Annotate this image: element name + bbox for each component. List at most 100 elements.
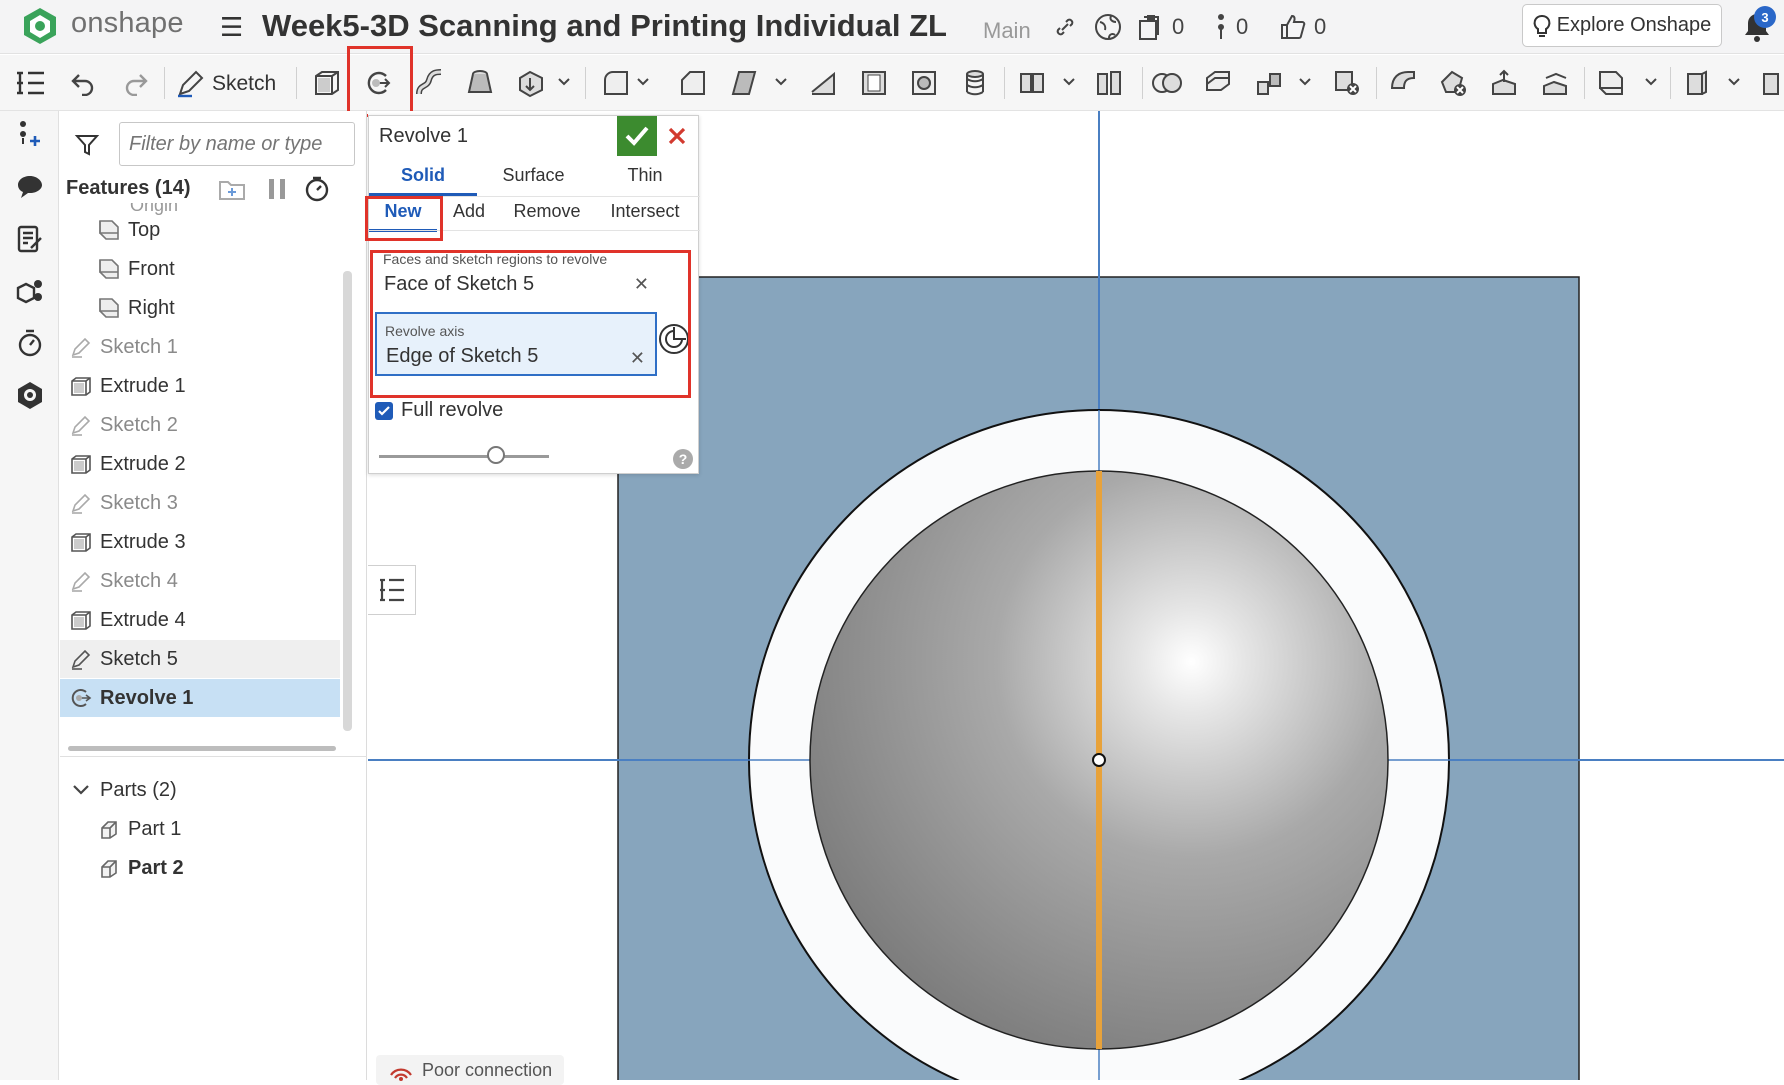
cancel-button[interactable] [661,120,693,152]
part-row-1[interactable]: Part 1 [60,810,340,848]
feature-row-extrude-1[interactable]: Extrude 1 [60,367,340,405]
list-icon [379,578,404,602]
preview-slider-handle[interactable] [487,446,505,464]
feature-list-hscrollbar[interactable] [68,746,336,751]
chamfer-button[interactable] [674,64,712,102]
add-folder-icon[interactable] [218,176,246,202]
feature-row-sketch-1[interactable]: Sketch 1 [60,328,340,366]
redo-button[interactable] [117,64,155,102]
feature-row-extrude-2[interactable]: Extrude 2 [60,445,340,483]
split-button[interactable] [1013,64,1051,102]
loft-button[interactable] [461,64,499,102]
shell-button[interactable] [855,64,893,102]
feature-list-scrollbar[interactable] [343,271,352,731]
feature-row-sketch-4[interactable]: Sketch 4 [60,562,340,600]
chevron-down-icon[interactable] [773,71,789,93]
versions-button[interactable]: 0 [1138,12,1184,42]
tab-remove[interactable]: Remove [501,192,593,232]
part-row-2[interactable]: Part 2 [60,849,340,887]
pattern-button[interactable] [1250,64,1288,102]
feature-label: Front [128,257,175,280]
comments-button[interactable] [12,169,48,205]
like-button[interactable]: 0 [1278,12,1326,42]
pause-icon[interactable] [266,177,288,201]
preview-slider-track[interactable] [379,455,549,458]
feature-label: Extrude 4 [100,608,186,631]
delete-part-button[interactable] [1328,64,1366,102]
feature-dialog-list-button[interactable] [368,565,416,615]
tab-solid[interactable]: Solid [369,156,477,196]
confirm-button[interactable] [617,116,657,156]
feature-row-sketch-3[interactable]: Sketch 3 [60,484,340,522]
feature-row-sketch-5[interactable]: Sketch 5 [60,640,340,678]
menu-icon[interactable]: ☰ [220,14,243,40]
properties-button[interactable] [12,221,48,257]
origin-point[interactable] [1092,753,1106,767]
hole-button[interactable] [905,64,943,102]
extrude-icon [68,529,94,555]
thicken-button[interactable] [512,64,550,102]
tab-surface[interactable]: Surface [477,156,590,196]
plane-icon [1599,71,1623,95]
extrude-button[interactable] [308,64,346,102]
split-icon [1020,73,1044,93]
filter-input[interactable] [119,122,355,166]
sketch-button[interactable]: Sketch [176,67,276,101]
replace-face-button[interactable] [1536,64,1574,102]
app-store-button[interactable] [12,377,48,413]
move-face-button[interactable] [1485,64,1523,102]
fillet-button[interactable] [597,64,635,102]
rib-button[interactable] [804,64,842,102]
tab-thin[interactable]: Thin [590,156,700,196]
extrude-icon [68,607,94,633]
help-icon[interactable]: ? [673,449,693,469]
filter-icon[interactable] [74,132,100,158]
feature-row-extrude-4[interactable]: Extrude 4 [60,601,340,639]
boolean-button[interactable] [1090,64,1128,102]
rollback-timer-icon[interactable] [304,175,330,203]
configurations-button[interactable] [12,273,48,309]
feature-row-revolve-1[interactable]: Revolve 1 [60,679,340,717]
feature-row-top[interactable]: Top [60,211,340,249]
transform-button[interactable] [1199,64,1237,102]
feature-row-extrude-3[interactable]: Extrude 3 [60,523,340,561]
thread-button[interactable] [956,64,994,102]
feature-row-front[interactable]: Front [60,250,340,288]
link-icon[interactable] [1053,12,1077,42]
history-button[interactable] [12,325,48,361]
mate-connector-button[interactable] [1678,64,1716,102]
feature-label: Extrude 3 [100,530,186,553]
sweep-button[interactable] [411,64,449,102]
globe-icon[interactable] [1094,12,1122,42]
feature-row-sketch-2[interactable]: Sketch 2 [60,406,340,444]
feature-list-toggle[interactable] [12,65,48,101]
explore-onshape-button[interactable]: Explore Onshape [1522,4,1722,47]
tab-add[interactable]: Add [437,192,501,232]
delete-face-button[interactable] [1434,64,1472,102]
plane-button[interactable] [1592,64,1630,102]
chevron-down-icon[interactable] [1297,71,1313,93]
parts-header[interactable]: Parts (2) [60,771,340,809]
chevron-down-icon[interactable] [1061,71,1077,93]
chevron-down-icon[interactable] [556,71,572,93]
undo-button[interactable] [64,64,102,102]
onshape-logo-icon[interactable] [20,6,60,46]
chevron-down-icon[interactable] [635,71,651,93]
branches-button[interactable]: 0 [1214,12,1248,42]
feature-row-right[interactable]: Right [60,289,340,327]
document-title[interactable]: Week5-3D Scanning and Printing Individua… [262,8,947,44]
chevron-down-icon[interactable] [1643,71,1659,93]
intersect-button[interactable] [1148,64,1186,102]
draft-button[interactable] [725,64,763,102]
connection-status: Poor connection [376,1055,565,1085]
chevron-down-icon[interactable] [1726,71,1742,93]
chamfer-icon [681,71,705,95]
tab-intersect[interactable]: Intersect [593,192,697,232]
left-rail [0,71,59,1080]
full-revolve-checkbox[interactable]: Full revolve [375,399,503,422]
branch-label[interactable]: Main [983,18,1031,44]
modify-fillet-button[interactable] [1384,64,1422,102]
more-tools-button[interactable] [1752,64,1784,102]
rib-icon [811,71,835,95]
insert-button[interactable] [12,117,48,153]
